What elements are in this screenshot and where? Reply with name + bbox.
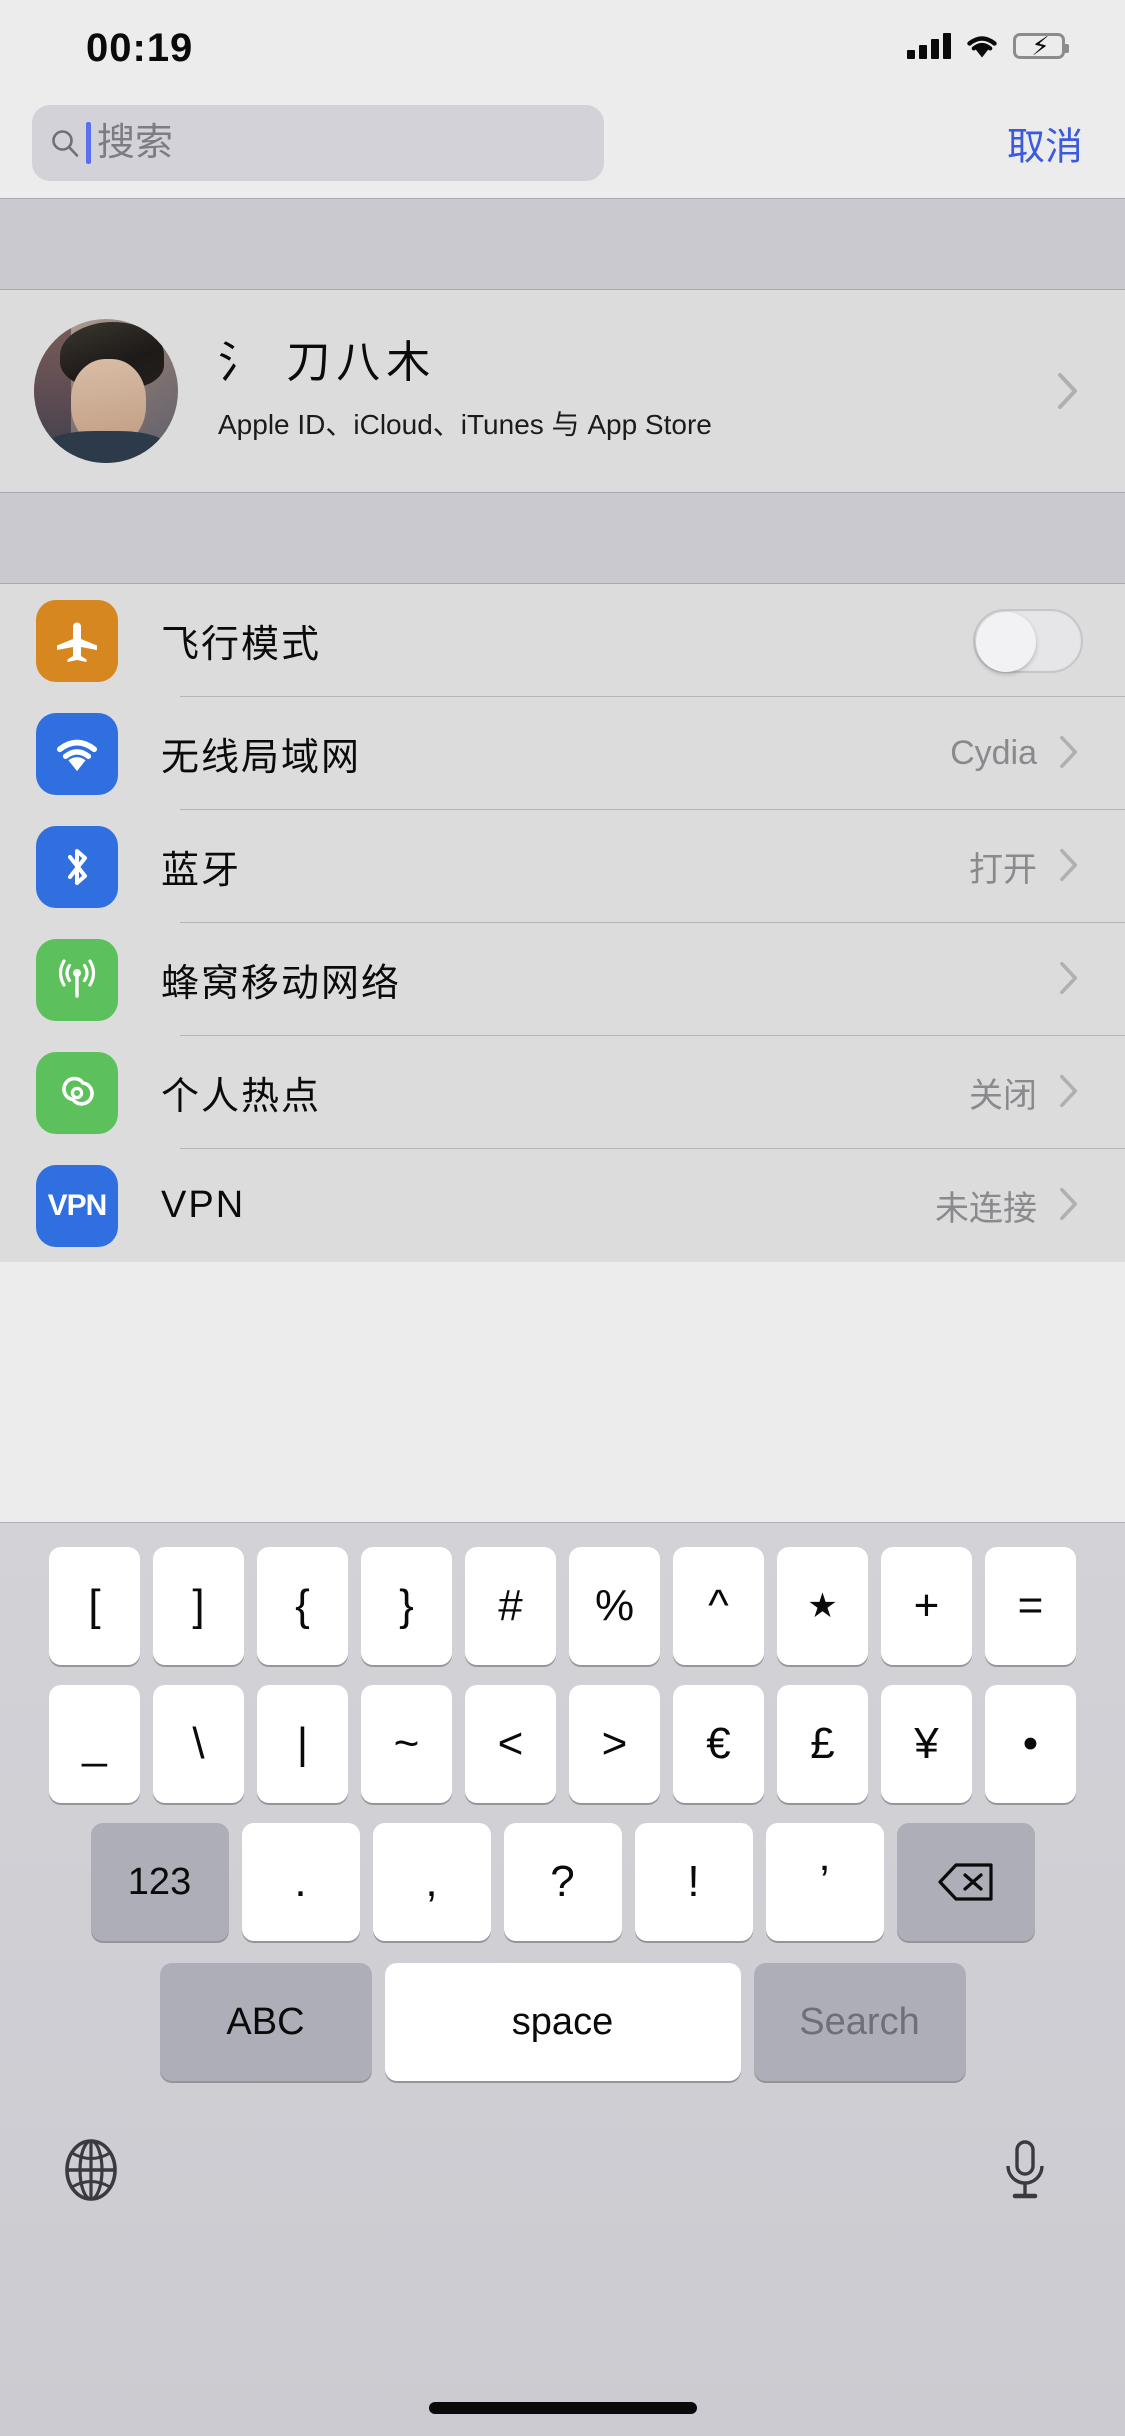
key-plus[interactable]: +	[881, 1547, 972, 1665]
key-equals[interactable]: =	[985, 1547, 1076, 1665]
cellular-signal-icon	[907, 33, 951, 59]
chevron-right-icon	[1057, 372, 1079, 410]
delete-backward-icon[interactable]	[896, 1823, 1035, 1941]
keyboard-row-4: ABC space Search	[0, 1963, 1125, 2081]
settings-row-vpn[interactable]: VPN VPN 未连接	[0, 1149, 1125, 1262]
avatar	[34, 319, 178, 463]
profile-group: 氵 刀八木 Apple ID、iCloud、iTunes 与 App Store	[0, 290, 1125, 492]
search-placeholder: 搜索	[97, 122, 174, 164]
status-bar-time: 00:19	[86, 26, 194, 70]
wifi-icon	[965, 33, 999, 59]
key-abc[interactable]: ABC	[159, 1963, 372, 2081]
key-bracket-right[interactable]: ]	[153, 1547, 244, 1665]
chevron-right-icon	[1059, 735, 1081, 773]
key-bullet[interactable]: •	[985, 1685, 1076, 1803]
settings-row-accessory: 未连接	[935, 1181, 1081, 1230]
keyboard-utility-row	[0, 2115, 1125, 2225]
globe-icon[interactable]	[60, 2139, 122, 2201]
key-pound[interactable]: £	[777, 1685, 868, 1803]
settings-row-bluetooth[interactable]: 蓝牙 打开	[0, 810, 1125, 923]
chevron-right-icon	[1059, 848, 1081, 886]
cellular-icon	[36, 938, 118, 1021]
key-brace-left[interactable]: {	[257, 1547, 348, 1665]
key-less-than[interactable]: <	[465, 1685, 556, 1803]
battery-charging-icon: ⚡	[1013, 33, 1069, 59]
section-gap-top	[0, 198, 1125, 290]
keyboard-row-1: [ ] { } # % ^ ★ + =	[0, 1547, 1125, 1665]
keyboard-row-3: 123 . , ? ! ’	[0, 1823, 1125, 1941]
keyboard-row-2: _ \ | ~ < > € £ ¥ •	[0, 1685, 1125, 1803]
airplane-icon	[36, 599, 118, 682]
status-bar: 00:19 ⚡	[0, 0, 1125, 88]
settings-row-accessory: 关闭	[969, 1068, 1081, 1117]
key-pipe[interactable]: |	[257, 1685, 348, 1803]
settings-row-label: 个人热点	[161, 1076, 322, 1118]
apple-id-row[interactable]: 氵 刀八木 Apple ID、iCloud、iTunes 与 App Store	[0, 290, 1125, 492]
key-search[interactable]: Search	[753, 1963, 966, 2081]
key-apostrophe[interactable]: ’	[765, 1823, 884, 1941]
settings-row-label: 无线局域网	[161, 737, 362, 779]
profile-text: 氵 刀八木 Apple ID、iCloud、iTunes 与 App Store	[218, 337, 1057, 443]
profile-subtitle: Apple ID、iCloud、iTunes 与 App Store	[218, 409, 712, 441]
section-gap-middle	[0, 492, 1125, 584]
home-indicator[interactable]	[428, 2402, 697, 2414]
key-caret[interactable]: ^	[673, 1547, 764, 1665]
settings-row-value: 关闭	[969, 1077, 1037, 1115]
chevron-right-icon	[1059, 1074, 1081, 1112]
search-input[interactable]: 搜索	[32, 105, 604, 181]
text-cursor	[86, 122, 91, 164]
key-underscore[interactable]: _	[49, 1685, 140, 1803]
search-icon	[50, 128, 80, 158]
settings-row-hotspot[interactable]: 个人热点 关闭	[0, 1036, 1125, 1149]
hotspot-icon	[36, 1051, 118, 1134]
settings-row-value: Cydia	[950, 734, 1037, 772]
settings-row-label: 蓝牙	[161, 850, 242, 892]
settings-row-accessory	[1037, 961, 1081, 999]
vpn-icon-label: VPN	[47, 1188, 108, 1222]
settings-row-accessory: 打开	[969, 842, 1081, 891]
settings-row-value: 打开	[969, 851, 1037, 889]
bluetooth-icon	[36, 825, 118, 908]
key-period[interactable]: .	[241, 1823, 360, 1941]
status-bar-indicators: ⚡	[907, 26, 1069, 66]
key-bracket-left[interactable]: [	[49, 1547, 140, 1665]
key-euro[interactable]: €	[673, 1685, 764, 1803]
key-space[interactable]: space	[384, 1963, 741, 2081]
settings-row-cellular[interactable]: 蜂窝移动网络	[0, 923, 1125, 1036]
key-tilde[interactable]: ~	[361, 1685, 452, 1803]
wifi-icon	[36, 712, 118, 795]
key-exclamation[interactable]: !	[634, 1823, 753, 1941]
profile-name: 氵 刀八木	[218, 337, 437, 387]
settings-row-label: VPN	[161, 1184, 246, 1226]
settings-row-airplane-mode[interactable]: 飞行模式	[0, 584, 1125, 697]
key-star[interactable]: ★	[777, 1547, 868, 1665]
search-bar: 搜索 取消	[0, 88, 1125, 198]
key-hash[interactable]: #	[465, 1547, 556, 1665]
key-brace-right[interactable]: }	[361, 1547, 452, 1665]
cancel-button[interactable]: 取消	[1007, 116, 1083, 171]
key-comma[interactable]: ,	[372, 1823, 491, 1941]
network-settings-group: 飞行模式 无线局域网 Cydia 蓝牙 打开 蜂窝移动网络 个人热点 关闭 VP…	[0, 584, 1125, 1262]
settings-row-wifi[interactable]: 无线局域网 Cydia	[0, 697, 1125, 810]
chevron-right-icon	[1059, 1187, 1081, 1225]
vpn-icon: VPN	[36, 1164, 118, 1247]
key-yen[interactable]: ¥	[881, 1685, 972, 1803]
key-numbers-123[interactable]: 123	[90, 1823, 229, 1941]
airplane-mode-toggle[interactable]	[973, 608, 1083, 673]
settings-row-value: 未连接	[935, 1190, 1037, 1228]
settings-row-label: 蜂窝移动网络	[161, 963, 402, 1005]
key-backslash[interactable]: \	[153, 1685, 244, 1803]
key-question[interactable]: ?	[503, 1823, 622, 1941]
chevron-right-icon	[1059, 961, 1081, 999]
key-percent[interactable]: %	[569, 1547, 660, 1665]
microphone-icon[interactable]	[1003, 2139, 1065, 2201]
settings-row-accessory: Cydia	[950, 734, 1081, 773]
settings-row-label: 飞行模式	[161, 624, 322, 666]
phone-screen: 00:19 ⚡ 搜索 取消 氵 刀八木 Apple ID、iCloud、iTun…	[0, 0, 1125, 2436]
on-screen-keyboard: [ ] { } # % ^ ★ + = _ \ | ~ < > € £ ¥ • …	[0, 1522, 1125, 2436]
key-greater-than[interactable]: >	[569, 1685, 660, 1803]
